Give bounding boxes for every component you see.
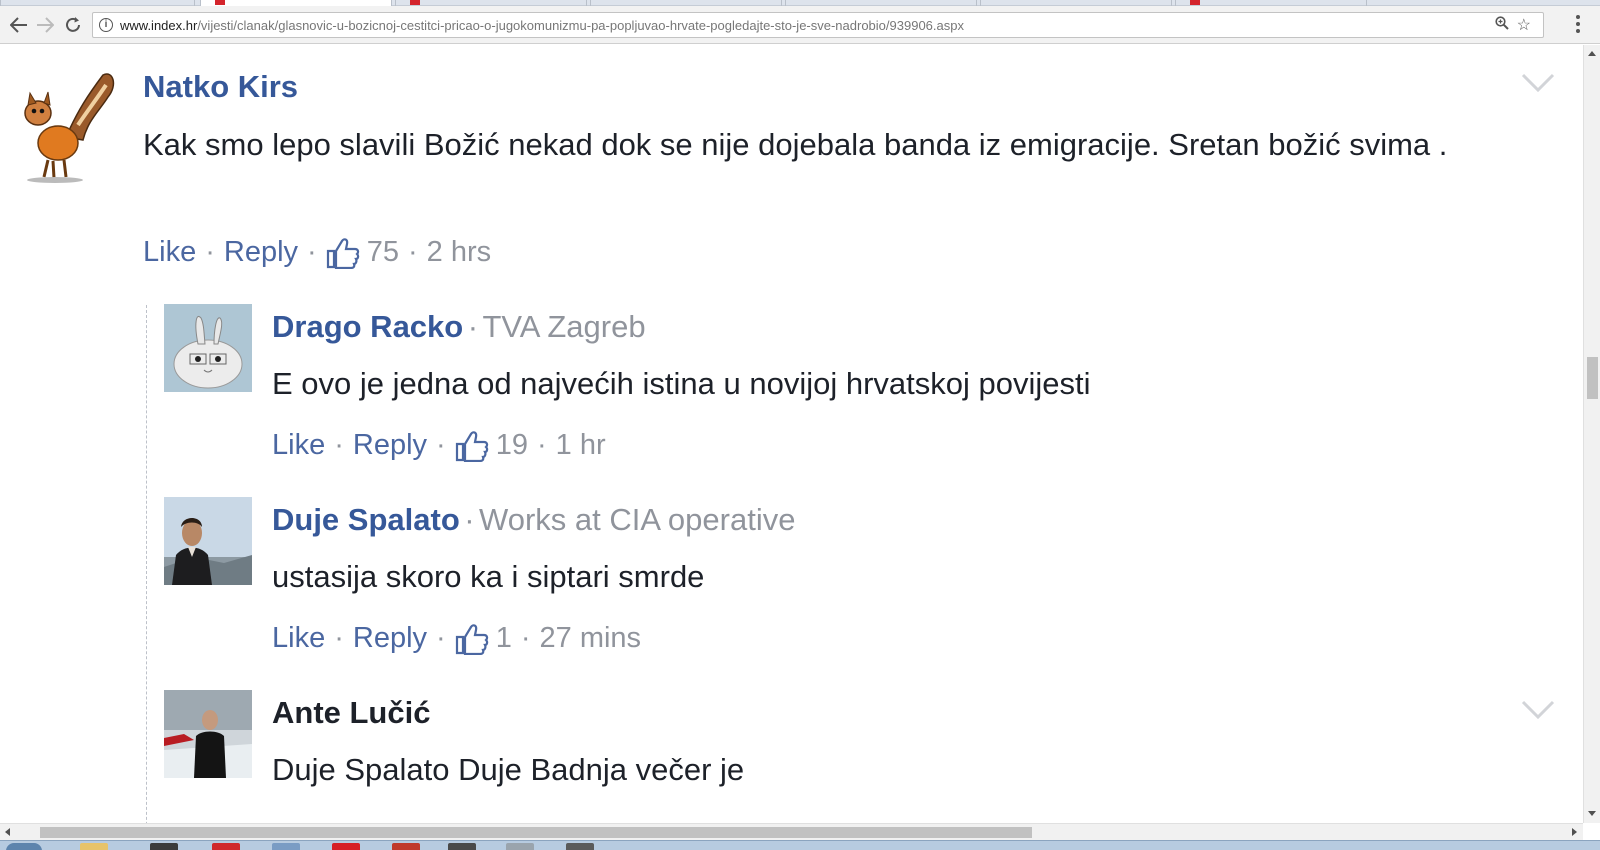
star-icon[interactable]: ☆ — [1517, 15, 1531, 35]
scroll-left-arrow-icon[interactable] — [5, 828, 10, 836]
separator: · — [307, 236, 317, 268]
app-icon[interactable] — [272, 843, 300, 850]
os-taskbar — [0, 840, 1600, 850]
app-icon[interactable] — [392, 843, 420, 850]
like-count[interactable]: 1 — [496, 622, 512, 655]
author-affiliation[interactable]: Works at CIA operative — [479, 502, 795, 537]
thumbs-up-icon[interactable] — [326, 237, 360, 269]
app-icon[interactable] — [506, 843, 534, 850]
reply-text: E ovo je jedna od najvećih istina u novi… — [272, 366, 1091, 401]
comment-author[interactable]: Natko Kirs — [143, 69, 298, 104]
separator: · — [334, 622, 344, 654]
reply-header: Drago Racko · TVA Zagreb — [272, 309, 646, 345]
reply-link[interactable]: Reply — [224, 236, 298, 269]
author-affiliation[interactable]: TVA Zagreb — [482, 309, 645, 344]
separator: · — [334, 429, 344, 461]
separator: · — [436, 622, 446, 654]
url-text[interactable]: www.index.hr/vijesti/clanak/glasnovic-u-… — [120, 18, 964, 33]
scroll-up-arrow-icon[interactable] — [1588, 51, 1596, 56]
reply-author[interactable]: Duje Spalato — [272, 502, 460, 537]
back-arrow-icon[interactable] — [8, 14, 30, 36]
timestamp[interactable]: 27 mins — [540, 622, 642, 655]
opera-icon[interactable] — [332, 843, 360, 850]
separator: · — [464, 502, 475, 537]
separator: · — [520, 622, 531, 654]
app-icon[interactable] — [566, 843, 594, 850]
chevron-down-icon[interactable] — [1521, 700, 1555, 720]
reply-link[interactable]: Reply — [353, 429, 427, 462]
index-favicon-icon — [215, 0, 225, 5]
comments-area: Natko Kirs Kak smo lepo slavili Božić ne… — [0, 45, 1583, 823]
media-icon[interactable] — [150, 843, 178, 850]
separator: · — [407, 236, 418, 268]
comment-actions: Like · Reply · 75 · 2 hrs — [143, 236, 491, 269]
comment-header: Natko Kirs — [143, 69, 298, 105]
avatar[interactable] — [8, 65, 118, 183]
start-button-icon[interactable] — [6, 843, 42, 850]
avatar[interactable] — [164, 497, 252, 585]
reply-text: ustasija skoro ka i siptari smrde — [272, 559, 705, 594]
reply-actions: Like · Reply · 1 · 27 mins — [272, 622, 641, 655]
reply-link[interactable]: Reply — [353, 622, 427, 655]
reply-thread-line — [146, 305, 147, 823]
avatar[interactable] — [164, 304, 252, 392]
like-link[interactable]: Like — [272, 622, 325, 655]
app-icon[interactable] — [448, 843, 476, 850]
chevron-down-icon[interactable] — [1521, 73, 1555, 93]
reload-icon[interactable] — [62, 14, 84, 36]
reply-text: Duje Spalato Duje Badnja večer je — [272, 752, 745, 787]
scrollbar-thumb[interactable] — [40, 827, 1032, 838]
scroll-down-arrow-icon[interactable] — [1588, 811, 1596, 816]
horizontal-scrollbar[interactable] — [0, 823, 1583, 840]
separator: · — [467, 309, 479, 344]
like-count[interactable]: 19 — [496, 429, 528, 462]
zoom-icon[interactable] — [1495, 16, 1509, 33]
thumbs-up-icon[interactable] — [455, 430, 489, 462]
info-icon[interactable]: i — [99, 18, 113, 32]
separator: · — [436, 429, 446, 461]
folder-icon[interactable] — [80, 843, 108, 850]
reply-actions: Like · Reply · 19 · 1 hr — [272, 429, 606, 462]
reply-author[interactable]: Drago Racko — [272, 309, 463, 344]
browser-toolbar: i www.index.hr/vijesti/clanak/glasnovic-… — [0, 6, 1600, 44]
index-favicon-icon — [1190, 0, 1200, 5]
thumbs-up-icon[interactable] — [455, 623, 489, 655]
app-icon[interactable] — [212, 843, 240, 850]
vertical-scrollbar[interactable] — [1583, 45, 1600, 823]
scroll-right-arrow-icon[interactable] — [1572, 828, 1577, 836]
url-host: www.index.hr — [120, 18, 198, 33]
reply-header: Ante Lučić — [272, 695, 430, 731]
reply-author[interactable]: Ante Lučić — [272, 695, 430, 730]
scrollbar-thumb[interactable] — [1587, 357, 1598, 399]
reply-header: Duje Spalato · Works at CIA operative — [272, 502, 795, 538]
avatar[interactable] — [164, 690, 252, 778]
forward-arrow-icon[interactable] — [34, 14, 56, 36]
address-bar[interactable]: i www.index.hr/vijesti/clanak/glasnovic-… — [92, 12, 1544, 38]
comment-text: Kak smo lepo slavili Božić nekad dok se … — [143, 127, 1448, 162]
kebab-menu-icon[interactable] — [1575, 15, 1581, 35]
index-favicon-icon — [410, 0, 420, 5]
like-link[interactable]: Like — [272, 429, 325, 462]
separator: · — [205, 236, 215, 268]
timestamp[interactable]: 1 hr — [556, 429, 606, 462]
url-path: /vijesti/clanak/glasnovic-u-bozicnoj-ces… — [197, 18, 964, 33]
separator: · — [536, 429, 547, 461]
timestamp[interactable]: 2 hrs — [427, 236, 491, 269]
like-count[interactable]: 75 — [367, 236, 399, 269]
like-link[interactable]: Like — [143, 236, 196, 269]
